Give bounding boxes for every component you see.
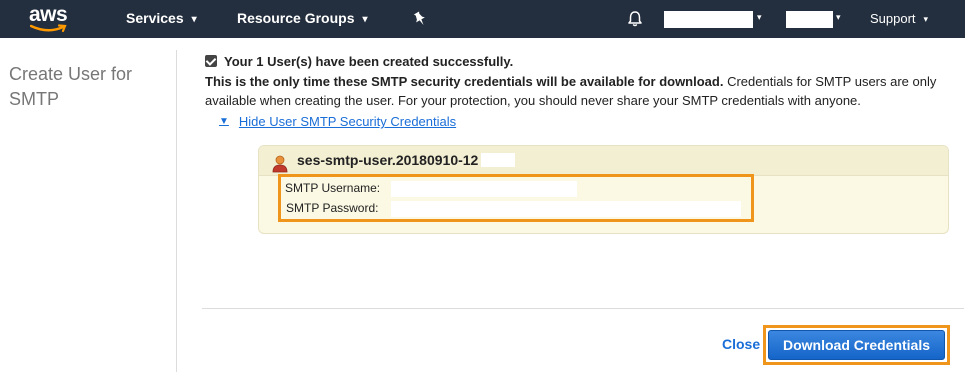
smtp-password-label: SMTP Password:	[286, 201, 379, 215]
top-navigation-bar: aws Services ▾ Resource Groups ▾ ▾ ▾ Suppo…	[0, 0, 965, 38]
credentials-panel-header: ses-smtp-user.20180910-12	[259, 146, 948, 176]
resource-groups-label: Resource Groups	[237, 10, 355, 26]
hide-credentials-link[interactable]: ▼ Hide User SMTP Security Credentials	[219, 114, 456, 129]
download-button-highlight: Download Credentials	[763, 325, 950, 365]
user-icon	[272, 155, 288, 173]
chevron-down-icon: ▾	[362, 14, 368, 25]
chevron-down-icon: ▾	[923, 14, 929, 24]
smtp-password-value[interactable]	[391, 201, 741, 217]
vertical-divider	[176, 50, 177, 372]
resource-groups-menu[interactable]: Resource Groups ▾	[237, 10, 368, 26]
services-menu[interactable]: Services ▾	[126, 10, 197, 26]
bell-icon[interactable]	[626, 10, 644, 28]
chevron-down-icon: ▾	[191, 14, 197, 25]
chevron-down-icon[interactable]: ▾	[836, 12, 841, 23]
success-block: Your 1 User(s) have been created success…	[205, 52, 955, 110]
smtp-user-name: ses-smtp-user.20180910-12	[297, 152, 479, 168]
success-message: Your 1 User(s) have been created success…	[224, 53, 514, 69]
close-button[interactable]: Close	[722, 336, 760, 352]
hide-credentials-label: Hide User SMTP Security Credentials	[238, 114, 457, 129]
triangle-down-icon: ▼	[219, 116, 229, 127]
smtp-username-label: SMTP Username:	[285, 181, 381, 195]
horizontal-divider	[202, 308, 964, 309]
account-name-redacted[interactable]	[664, 11, 753, 28]
pin-icon[interactable]	[413, 11, 427, 27]
services-label: Services	[126, 10, 184, 26]
checkbox-checked-icon	[205, 55, 217, 67]
credentials-notice-bold: This is the only time these SMTP securit…	[205, 74, 724, 89]
region-name-redacted[interactable]	[786, 11, 833, 28]
success-message-row: Your 1 User(s) have been created success…	[205, 52, 955, 70]
user-name-suffix-redacted	[481, 153, 515, 167]
page-title: Create User for SMTP	[9, 64, 133, 109]
support-menu[interactable]: Support ▾	[870, 11, 928, 26]
aws-logo[interactable]: aws	[29, 3, 75, 35]
aws-smile-icon	[30, 24, 67, 33]
credentials-notice: This is the only time these SMTP securit…	[205, 72, 955, 110]
download-credentials-button[interactable]: Download Credentials	[768, 330, 945, 360]
chevron-down-icon[interactable]: ▾	[757, 12, 762, 23]
smtp-username-value[interactable]	[391, 181, 577, 197]
support-label: Support	[870, 11, 916, 26]
